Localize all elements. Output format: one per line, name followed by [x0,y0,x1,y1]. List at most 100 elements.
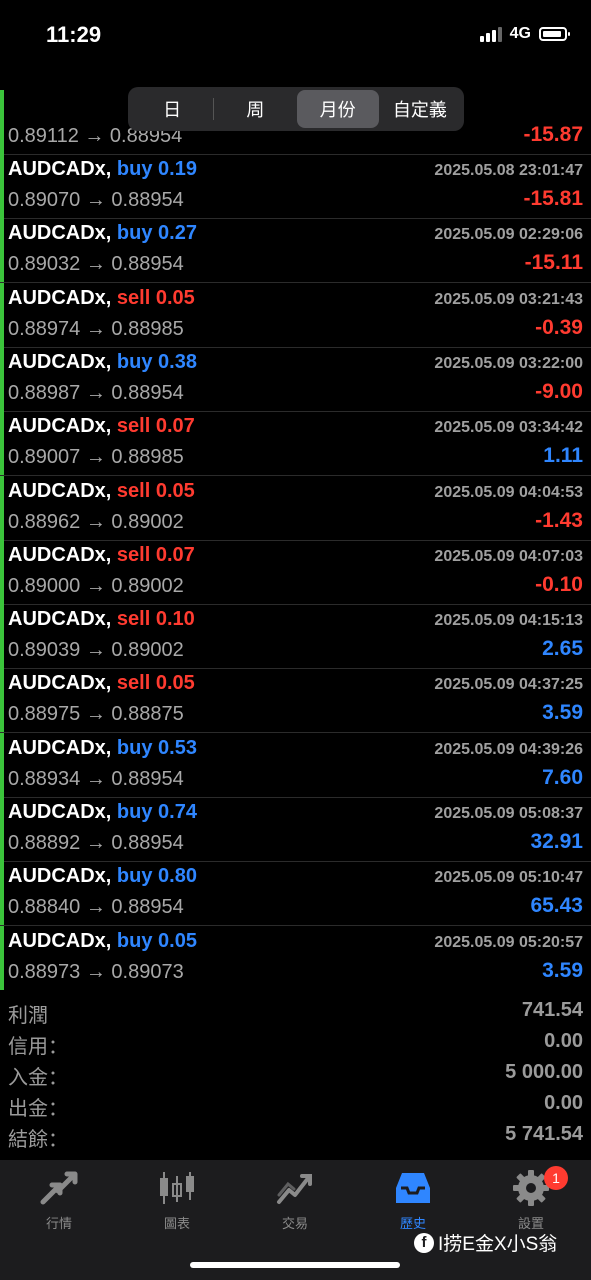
deal-time: 2025.05.09 05:10:47 [434,869,583,887]
summary-profit-label: 利潤 [8,1005,48,1027]
deal-symbol: AUDCADx, [8,929,112,952]
deal-time: 2025.05.09 04:04:53 [434,483,583,501]
deal-prices: 0.88934 → 0.88954 [8,767,184,790]
tab-settings[interactable]: 1 設置 [472,1166,590,1232]
tab-quotes-label: 行情 [45,1216,72,1231]
deal-title: AUDCADx, buy 0.05 [8,930,197,953]
deal-volume: 0.10 [155,608,195,631]
deal-volume: 0.27 [158,222,197,245]
deal-volume: 0.19 [158,158,197,180]
deal-row[interactable]: AUDCADx, sell 0.07 2025.05.09 03:34:42 0.8… [0,411,591,477]
deal-volume: 0.74 [158,801,197,823]
tab-trade-label: 交易 [281,1216,308,1231]
deal-row[interactable]: AUDCADx, buy 0.05 2025.05.09 05:20:57 0.88… [0,925,591,990]
deal-profit: 7.60 [542,765,583,789]
quotes-arrows-icon [39,1168,79,1208]
facebook-icon: f [414,1232,434,1253]
tab-charts-label: 圖表 [163,1216,190,1231]
deal-symbol: AUDCADx, [8,672,112,695]
deal-row[interactable]: AUDCADx, buy 0.80 2025.05.09 05:10:47 0.88… [0,861,591,927]
deal-time: 2025.05.09 05:20:57 [434,933,583,951]
summary-deposit-label: 入金： [8,1067,68,1089]
tab-month[interactable]: 月份 [296,90,379,128]
deal-row[interactable]: AUDCADx, sell 0.05 2025.05.09 03:21:43 0.8… [0,282,591,348]
deal-title: AUDCADx, sell 0.05 [8,287,195,310]
deal-volume: 0.05 [155,286,195,309]
deal-row[interactable]: AUDCADx, buy 0.74 2025.05.09 05:08:37 0.88… [0,797,591,862]
deal-side: sell [116,415,151,438]
summary-credit-value: 0.00 [544,1030,583,1052]
deal-profit: 3.59 [542,701,583,725]
summary-credit-label: 信用： [8,1036,68,1058]
deal-profit: -0.39 [535,315,583,339]
battery-icon [539,27,570,41]
deal-profit: -15.11 [524,251,583,275]
deal-volume: 0.07 [155,543,195,566]
deal-symbol: AUDCADx, [8,350,112,373]
deal-side: sell [116,672,151,695]
deal-prices: 0.88973 → 0.89073 [8,960,184,983]
deal-volume: 0.38 [158,350,197,373]
deal-title: AUDCADx, sell 0.05 [8,480,195,503]
tab-charts[interactable]: 圖表 [118,1168,236,1232]
tab-history[interactable]: 歷史 [354,1168,472,1232]
deal-row[interactable]: AUDCADx, buy 0.38 2025.05.09 03:22:00 0.88… [0,346,591,412]
deal-row[interactable]: AUDCADx, buy 0.27 2025.05.09 02:29:06 0.89… [0,218,591,284]
deal-prices: 0.88962 → 0.89002 [8,510,184,533]
deal-symbol: AUDCADx, [8,479,112,502]
summary-profit: 利潤 741.54 [0,999,591,1030]
deal-volume: 0.07 [155,415,195,438]
home-indicator [190,1262,400,1268]
deal-time: 2025.05.09 02:29:06 [434,226,583,244]
deals-list: 0.89112 → 0.88954 -15.87 AUDCADx, buy 0.… [0,80,591,990]
deal-time: 2025.05.09 03:21:43 [434,290,583,308]
deal-row[interactable]: AUDCADx, sell 0.10 2025.05.09 04:15:13 0.8… [0,604,591,670]
tab-custom[interactable]: 自定義 [379,90,461,128]
deal-symbol: AUDCADx, [8,801,112,823]
deal-side: buy [116,865,153,888]
deal-side: buy [116,350,153,373]
summary-balance: 結餘： 5 741.54 [0,1123,591,1154]
summary-credit: 信用： 0.00 [0,1030,591,1061]
deal-title: AUDCADx, buy 0.74 [8,801,197,824]
deal-row[interactable]: AUDCADx, sell 0.05 2025.05.09 04:04:53 0.8… [0,475,591,541]
tab-trade[interactable]: 交易 [236,1168,354,1232]
deal-volume: 0.05 [155,479,195,502]
deal-title: AUDCADx, sell 0.07 [8,544,195,567]
deal-prices: 0.88974 → 0.88985 [8,317,184,340]
watermark: f I捞E金X小S翁 [414,1229,557,1256]
deal-volume: 0.80 [158,865,197,888]
status-bar: 11:29 4G [0,0,591,80]
deal-row[interactable]: AUDCADx, sell 0.07 2025.05.09 04:07:03 0.8… [0,539,591,605]
deal-side: buy [116,929,153,952]
deal-symbol: AUDCADx, [8,222,112,245]
deal-time: 2025.05.09 03:34:42 [434,419,583,437]
tab-day[interactable]: 日 [131,90,213,128]
deal-row[interactable]: AUDCADx, sell 0.05 2025.05.09 04:37:25 0.8… [0,668,591,734]
deal-time: 2025.05.09 04:37:25 [434,676,583,694]
deal-profit: -15.87 [523,123,583,146]
deal-prices: 0.89039 → 0.89002 [8,639,184,662]
deal-time: 2025.05.09 05:08:37 [434,805,583,822]
deal-title: AUDCADx, buy 0.53 [8,737,197,760]
deal-time: 2025.05.09 03:22:00 [434,354,583,372]
tab-week[interactable]: 周 [214,90,296,128]
deal-side: buy [116,158,153,180]
deal-title: AUDCADx, buy 0.27 [8,222,197,245]
tab-quotes[interactable]: 行情 [0,1168,118,1232]
summary-withdrawal-label: 出金： [8,1098,68,1120]
deal-profit: 65.43 [530,894,583,918]
deal-row[interactable]: AUDCADx, buy 0.53 2025.05.09 04:39:26 0.88… [0,732,591,798]
settings-notification-badge: 1 [544,1166,568,1190]
deal-symbol: AUDCADx, [8,736,112,759]
deal-title: AUDCADx, sell 0.10 [8,608,195,631]
summary-balance-label: 結餘： [8,1129,68,1151]
deal-profit: -15.81 [523,187,583,210]
deal-side: buy [116,222,153,245]
deal-volume: 0.05 [158,929,197,952]
deal-symbol: AUDCADx, [8,865,112,888]
deal-profit: -1.43 [535,508,583,532]
status-indicators: 4G [479,25,570,43]
deal-prices: 0.88892 → 0.88954 [8,832,184,854]
deal-row[interactable]: AUDCADx, buy 0.19 2025.05.08 23:01:47 0.89… [0,154,591,219]
